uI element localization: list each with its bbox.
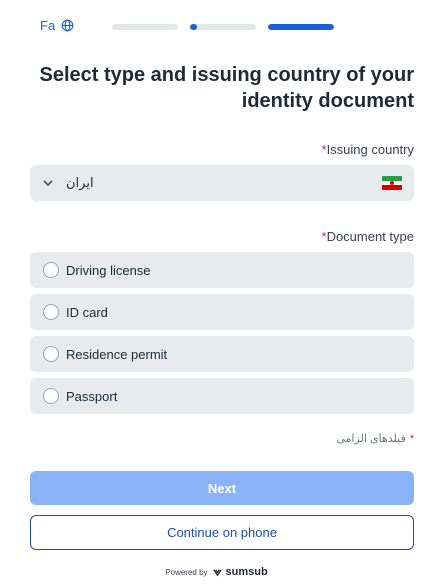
next-button[interactable]: Next [30, 471, 414, 505]
sumsub-brand-text: sumsub [225, 566, 268, 578]
radio-icon[interactable] [43, 262, 59, 278]
issuing-country-select[interactable]: ایران [30, 165, 414, 201]
issuing-country-label: *Issuing country [322, 142, 415, 157]
language-switcher[interactable]: Fa [40, 18, 74, 33]
document-type-label: *Document type [322, 229, 415, 244]
page-title: Select type and issuing country of your … [39, 64, 414, 112]
doc-option-driving-license[interactable]: Driving license [30, 252, 414, 288]
sumsub-logo: sumsub [212, 566, 268, 578]
radio-icon[interactable] [43, 388, 59, 404]
progress-step-2 [190, 24, 256, 30]
required-fields-note: فیلدهای الزامی * [336, 432, 414, 446]
progress-step-2-fill [190, 24, 197, 30]
document-type-label-text: Document type [326, 229, 414, 244]
progress-step-3 [268, 24, 334, 30]
issuing-country-value: ایران [66, 175, 94, 190]
language-code: Fa [40, 18, 56, 33]
doc-option-passport[interactable]: Passport [30, 378, 414, 414]
iran-flag-icon [382, 176, 402, 190]
radio-icon[interactable] [43, 346, 59, 362]
top-bar: Fa [40, 18, 400, 38]
chevron-down-icon [43, 180, 53, 187]
issuing-country-label-text: Issuing country [326, 142, 414, 157]
required-note-text: فیلدهای الزامی [336, 433, 406, 445]
doc-option-label: Passport [66, 388, 118, 404]
continue-on-phone-button[interactable]: Continue on phone [30, 515, 414, 550]
required-mark: * [409, 432, 414, 445]
progress-step-3-fill [268, 24, 334, 30]
doc-option-label: Driving license [66, 262, 151, 278]
radio-icon[interactable] [43, 304, 59, 320]
doc-option-label: ID card [66, 304, 108, 320]
powered-by-footer: Powered by sumsub [0, 566, 433, 578]
doc-option-label: Residence permit [66, 346, 168, 362]
globe-icon [61, 19, 74, 32]
progress-steps [112, 24, 334, 30]
powered-by-text: Powered by [165, 567, 208, 577]
progress-step-1 [112, 24, 178, 30]
doc-option-residence-permit[interactable]: Residence permit [30, 336, 414, 372]
doc-option-id-card[interactable]: ID card [30, 294, 414, 330]
sumsub-logo-icon [212, 568, 222, 576]
